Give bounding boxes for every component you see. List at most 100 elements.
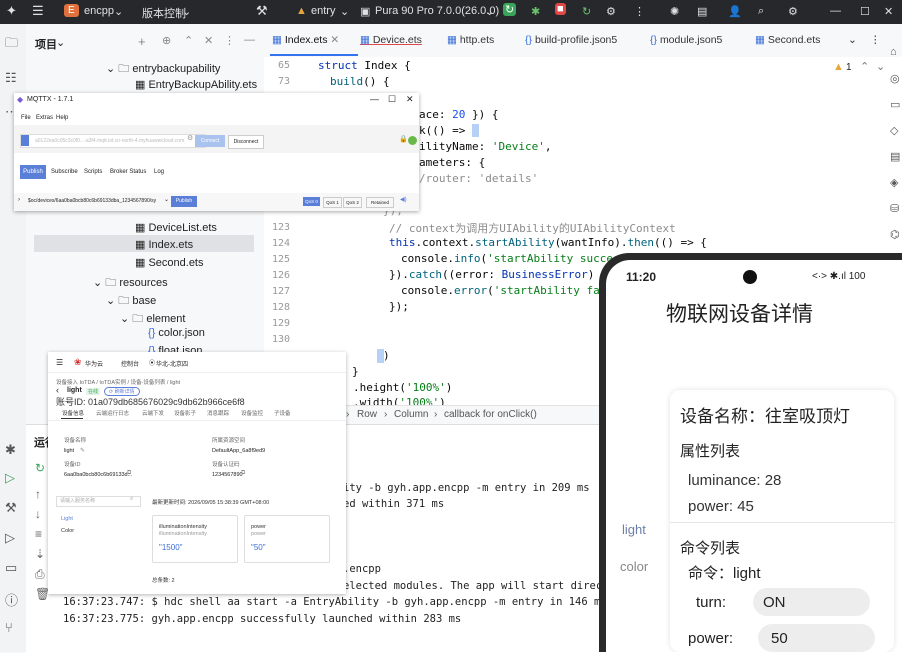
hw-back-icon[interactable]: ‹	[56, 385, 59, 395]
device-manager-icon[interactable]: ▤	[697, 5, 707, 18]
app-menu-icon[interactable]: ✦	[6, 3, 17, 19]
tree-item-entrybackupability[interactable]: ⌄ 🗀 entrybackupability	[106, 60, 220, 79]
scroll-end-icon[interactable]: ⇣	[35, 547, 45, 561]
mqttx-send-icon[interactable]: ◀)	[400, 196, 407, 203]
search-icon[interactable]: ⌕	[758, 5, 764, 18]
apply-changes-icon[interactable]: ↻	[582, 5, 591, 18]
tree-item-second-ets[interactable]: ▦ Second.ets	[135, 256, 204, 269]
log-icon[interactable]: ▤	[890, 150, 900, 163]
breadcrumb-item-callback[interactable]: callback for onClick()	[444, 409, 537, 420]
run-icon[interactable]: ▷	[5, 470, 15, 486]
mqttx-connect-button[interactable]: Connect	[195, 135, 225, 147]
mqttx-qos0[interactable]: QoS 0	[303, 197, 320, 206]
breadcrumb-item-column[interactable]: Column	[394, 409, 428, 420]
project-folder-icon[interactable]: 🗀	[5, 34, 18, 56]
tab-module-json5[interactable]: {} module.json5	[650, 34, 722, 46]
hide-icon[interactable]: —	[244, 34, 255, 46]
hw-menu-icon[interactable]: ☰	[56, 358, 63, 367]
expand-icon[interactable]: ⌃	[184, 34, 193, 47]
mqttx-settings-icon[interactable]: ⚙	[187, 134, 193, 142]
mqttx-retain-toggle[interactable]: Retained	[366, 197, 394, 208]
mqttx-topic-dropdown-icon[interactable]: ⌄	[164, 196, 169, 203]
project-selector[interactable]: encpp	[84, 5, 114, 17]
tab-http-ets[interactable]: ▦ http.ets	[447, 34, 494, 46]
module-selector[interactable]: entry	[311, 5, 335, 17]
hw-copy-icon[interactable]: ⧉	[127, 470, 131, 477]
profiler-icon[interactable]: ⚙	[606, 5, 616, 18]
mqttx-tab-log[interactable]: Log	[154, 169, 164, 175]
device-file-icon[interactable]: ◇	[890, 124, 898, 137]
phone-side-item-color[interactable]: color	[620, 559, 648, 574]
tab-second-ets[interactable]: ▦ Second.ets	[755, 34, 820, 46]
tab-index-ets[interactable]: ▦ Index.ets ✕	[272, 34, 339, 46]
soft-wrap-icon[interactable]: ≡	[35, 527, 42, 541]
debug-bug-icon[interactable]: ✱	[531, 5, 540, 18]
mqttx-topic-input[interactable]: $oc/devices/6aa0ba0bcb80c6b69133dba_1234…	[28, 198, 168, 204]
hw-tab-sub-device[interactable]: 子设备	[274, 409, 291, 417]
mqttx-expand-icon[interactable]: ›	[18, 197, 20, 203]
hw-edit-icon[interactable]: ✎	[80, 447, 85, 454]
hw-service-light[interactable]: Light	[61, 516, 73, 522]
inspector-icon[interactable]: ◈	[890, 176, 898, 189]
mqttx-close-icon[interactable]: ✕	[406, 94, 414, 105]
database-icon[interactable]: ⛁	[890, 202, 899, 215]
mqttx-url-field[interactable]: a0122ea0c05c3c0f0...-a3f4.mqtt.iot.cn-no…	[20, 134, 206, 148]
version-control-icon[interactable]: ⑂	[5, 620, 13, 635]
tree-item-color-json[interactable]: {} color.json	[148, 327, 205, 339]
hamburger-menu-icon[interactable]: ☰	[32, 3, 44, 19]
services-icon[interactable]: ▷	[5, 530, 15, 546]
rerun-icon[interactable]: ↻	[35, 461, 45, 475]
gradle-icon[interactable]: ⌬	[890, 228, 900, 241]
run-restart-icon[interactable]: ↻	[503, 3, 517, 16]
build-hammer-icon[interactable]: ⚒	[5, 500, 17, 516]
minimize-icon[interactable]: —	[830, 5, 841, 17]
account-icon[interactable]: 👤	[728, 5, 742, 18]
debug-icon[interactable]: ✱	[5, 442, 16, 458]
mqttx-menu-file[interactable]: File	[21, 115, 31, 121]
locate-icon[interactable]: ⊕	[162, 34, 171, 47]
mqttx-publish-button[interactable]: Publish	[171, 196, 197, 207]
hw-tab-shadow[interactable]: 设备影子	[174, 409, 196, 417]
tree-item-index-ets[interactable]: ▦ Index.ets	[135, 238, 193, 251]
close-icon[interactable]: ✕	[884, 5, 893, 18]
hw-service-search[interactable]: 请输入服务名称	[56, 496, 141, 507]
breadcrumb-item-row[interactable]: Row	[357, 409, 377, 420]
tab-device-ets[interactable]: ▦ Device.ets	[360, 34, 422, 46]
previewer-icon[interactable]: ▭	[890, 98, 900, 111]
hw-tab-cloud-logs[interactable]: 云端运行日志	[96, 409, 129, 417]
mqttx-minimize-icon[interactable]: —	[370, 94, 379, 104]
ai-chat-icon[interactable]: ◎	[890, 72, 900, 85]
scroll-down-icon[interactable]: ↓	[35, 507, 41, 521]
settings-gear-icon[interactable]: ⚙	[788, 5, 798, 18]
stop-icon[interactable]: ■	[555, 3, 566, 15]
hw-tab-cloud-send[interactable]: 云端下发	[142, 409, 164, 417]
warning-icon[interactable]: ▲	[833, 61, 844, 73]
tree-item-resources[interactable]: ⌄ 🗀 resources	[93, 274, 168, 293]
tree-item-devicelist-ets[interactable]: ▦ DeviceList.ets	[135, 221, 217, 234]
mqttx-disconnect-button[interactable]: Disconnect	[228, 135, 264, 149]
tab-close-icon[interactable]: ✕	[330, 34, 339, 46]
vcs-menu[interactable]: 版本控制	[142, 5, 186, 21]
terminal-icon[interactable]: ▭	[5, 560, 17, 576]
hw-tab-monitor[interactable]: 设备监控	[241, 409, 263, 417]
tree-item-base[interactable]: ⌄ 🗀 base	[106, 292, 156, 311]
hw-tab-trace[interactable]: 消息跟踪	[207, 409, 229, 417]
collapse-icon[interactable]: ✕	[204, 34, 213, 47]
maximize-icon[interactable]: ☐	[860, 5, 870, 18]
next-warning-icon[interactable]: ⌄	[876, 60, 885, 73]
mqttx-tab-scripts[interactable]: Scripts	[84, 169, 102, 175]
print-icon[interactable]: ⎙	[35, 567, 45, 582]
device-selector[interactable]: Pura 90 Pro 7.0.0(26.0.0)	[375, 5, 499, 17]
phone-side-item-light[interactable]: light	[622, 522, 646, 537]
structure-icon[interactable]: ☷	[5, 70, 17, 86]
hw-console-link[interactable]: 控制台	[121, 359, 139, 368]
mqttx-qos2[interactable]: QoS 2	[343, 197, 362, 208]
options-icon[interactable]: ⋮	[224, 34, 235, 47]
hammer-icon[interactable]: ⚒	[256, 3, 268, 19]
notifications-icon[interactable]: ⌂	[890, 46, 897, 58]
mqttx-tab-publish[interactable]: Publish	[20, 165, 46, 179]
mqttx-maximize-icon[interactable]: ☐	[388, 94, 396, 105]
more-icon[interactable]: ⋮	[634, 5, 645, 18]
hw-copy-icon[interactable]: ⧉	[241, 470, 245, 477]
tabs-more-icon[interactable]: ⋮	[870, 34, 881, 46]
